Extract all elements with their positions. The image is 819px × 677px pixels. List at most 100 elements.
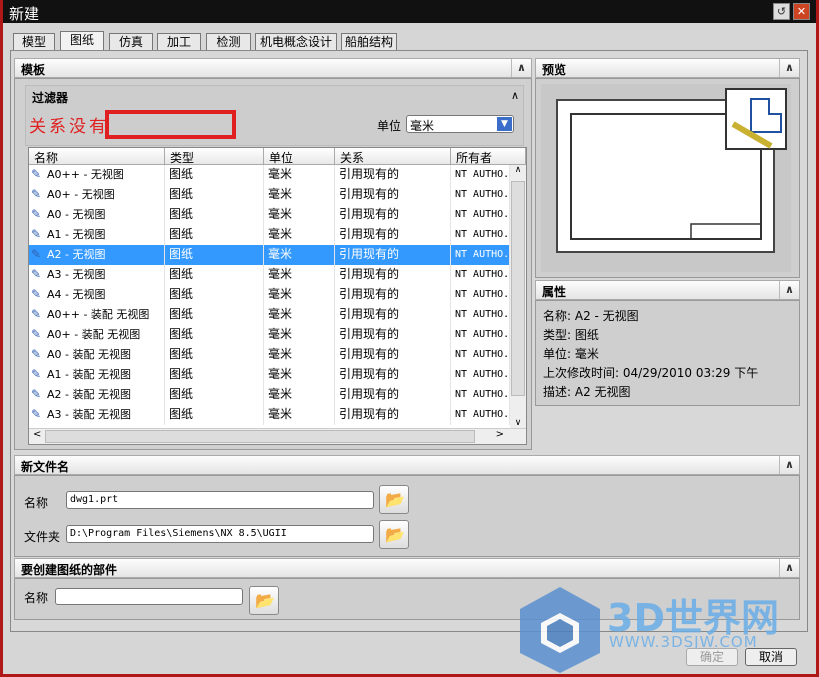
cell-text: 图纸 xyxy=(169,287,194,301)
table-cell: 图纸 xyxy=(165,405,264,425)
col-relation[interactable]: 关系 xyxy=(335,148,451,165)
cancel-button[interactable]: 取消 xyxy=(745,648,797,666)
table-cell: 引用现有的 xyxy=(335,305,451,325)
new-file-header[interactable]: 新文件名 ∧ xyxy=(14,455,800,475)
property-value: A2 - 无视图 xyxy=(574,309,639,323)
cell-text: 毫米 xyxy=(268,227,293,241)
table-row[interactable]: ✎ A0+ - 装配 无视图 图纸 毫米 引用现有的 NT AUTHO. xyxy=(29,325,510,345)
table-row[interactable]: ✎ A1 - 无视图 图纸 毫米 引用现有的 NT AUTHO. xyxy=(29,225,510,245)
folder-input[interactable]: D:\Program Files\Siemens\NX 8.5\UGII xyxy=(66,525,374,543)
part-header[interactable]: 要创建图纸的部件 ∧ xyxy=(14,558,800,578)
col-type[interactable]: 类型 xyxy=(165,148,264,165)
cell-text: NT AUTHO. xyxy=(455,269,510,280)
template-header[interactable]: 模板 ∧ xyxy=(14,58,532,78)
browse-folder-button[interactable]: 📂 xyxy=(379,520,409,549)
annotation-text: 关系没有 xyxy=(29,117,109,137)
table-cell: 毫米 xyxy=(264,245,335,265)
cell-text: NT AUTHO. xyxy=(455,229,510,240)
properties-header[interactable]: 属性 ∧ xyxy=(535,280,800,300)
annotation-box xyxy=(105,110,236,139)
table-cell: ✎ A0 - 无视图 xyxy=(29,205,165,225)
preview-title: 预览 xyxy=(542,63,567,77)
property-row: 上次修改时间: 04/29/2010 03:29 下午 xyxy=(543,364,792,383)
cell-text: A3 - 装配 无视图 xyxy=(47,408,131,421)
collapse-icon[interactable]: ∧ xyxy=(779,456,799,474)
table-row[interactable]: ✎ A2 - 无视图 图纸 毫米 引用现有的 NT AUTHO. xyxy=(29,245,510,265)
drawing-template-icon: ✎ xyxy=(31,327,42,341)
vertical-scrollbar[interactable]: ∧ ∨ xyxy=(510,165,526,428)
cell-text: 图纸 xyxy=(169,187,194,201)
tab-manufacturing[interactable]: 加工 xyxy=(157,33,201,51)
cell-text: 引用现有的 xyxy=(339,187,400,201)
cell-text: NT AUTHO. xyxy=(455,349,510,360)
cell-text: 毫米 xyxy=(268,307,293,321)
browse-part-button[interactable]: 📂 xyxy=(249,586,279,615)
cell-text: 毫米 xyxy=(268,207,293,221)
collapse-icon[interactable]: ∧ xyxy=(779,281,799,299)
cell-text: 毫米 xyxy=(268,387,293,401)
file-name-input[interactable]: dwg1.prt xyxy=(66,491,374,509)
collapse-icon[interactable]: ∧ xyxy=(779,59,799,77)
table-cell: ✎ A1 - 装配 无视图 xyxy=(29,365,165,385)
drawing-template-icon: ✎ xyxy=(31,187,42,201)
browse-file-button[interactable]: 📂 xyxy=(379,485,409,514)
table-row[interactable]: ✎ A1 - 装配 无视图 图纸 毫米 引用现有的 NT AUTHO. xyxy=(29,365,510,385)
table-row[interactable]: ✎ A4 - 无视图 图纸 毫米 引用现有的 NT AUTHO. xyxy=(29,285,510,305)
table-cell: 引用现有的 xyxy=(335,385,451,405)
folder-icon: 📂 xyxy=(255,591,275,610)
table-cell: NT AUTHO. xyxy=(451,385,510,405)
new-file-title: 新文件名 xyxy=(21,460,70,474)
table-cell: 毫米 xyxy=(264,285,335,305)
cell-text: 引用现有的 xyxy=(339,287,400,301)
table-row[interactable]: ✎ A0++ - 无视图 图纸 毫米 引用现有的 NT AUTHO. xyxy=(29,165,510,185)
filter-title: 过滤器 xyxy=(32,91,69,105)
collapse-icon[interactable]: ∧ xyxy=(511,89,519,102)
property-label: 描述: xyxy=(543,385,572,399)
tab-simulation[interactable]: 仿真 xyxy=(109,33,153,51)
horizontal-scrollbar[interactable]: < > xyxy=(29,428,526,444)
col-name[interactable]: 名称 xyxy=(29,148,165,165)
table-cell: 毫米 xyxy=(264,225,335,245)
preview-header[interactable]: 预览 ∧ xyxy=(535,58,800,78)
table-cell: 引用现有的 xyxy=(335,225,451,245)
cell-text: 毫米 xyxy=(268,327,293,341)
table-row[interactable]: ✎ A0+ - 无视图 图纸 毫米 引用现有的 NT AUTHO. xyxy=(29,185,510,205)
table-row[interactable]: ✎ A3 - 装配 无视图 图纸 毫米 引用现有的 NT AUTHO. xyxy=(29,405,510,425)
collapse-icon[interactable]: ∧ xyxy=(779,559,799,577)
table-cell: 图纸 xyxy=(165,325,264,345)
collapse-icon[interactable]: ∧ xyxy=(511,59,531,77)
unit-select[interactable]: 毫米 ▼ xyxy=(406,115,514,133)
cell-text: 毫米 xyxy=(268,287,293,301)
cell-text: 引用现有的 xyxy=(339,367,400,381)
ok-button[interactable]: 确定 xyxy=(686,648,738,666)
cell-text: 图纸 xyxy=(169,267,194,281)
table-row[interactable]: ✎ A2 - 装配 无视图 图纸 毫米 引用现有的 NT AUTHO. xyxy=(29,385,510,405)
template-table: 名称 类型 单位 关系 所有者 ✎ A0++ - 无视图 图纸 毫米 引用现有的 NT A… xyxy=(28,147,527,445)
chevron-down-icon[interactable]: ▼ xyxy=(497,117,512,131)
property-row: 类型: 图纸 xyxy=(543,326,792,345)
part-name-input[interactable] xyxy=(55,588,243,605)
table-row[interactable]: ✎ A3 - 无视图 图纸 毫米 引用现有的 NT AUTHO. xyxy=(29,265,510,285)
properties-title: 属性 xyxy=(542,285,567,299)
table-cell: NT AUTHO. xyxy=(451,305,510,325)
property-row: 单位: 毫米 xyxy=(543,345,792,364)
table-row[interactable]: ✎ A0++ - 装配 无视图 图纸 毫米 引用现有的 NT AUTHO. xyxy=(29,305,510,325)
reset-icon[interactable]: ↺ xyxy=(773,3,790,20)
col-unit[interactable]: 单位 xyxy=(264,148,335,165)
table-row[interactable]: ✎ A0 - 无视图 图纸 毫米 引用现有的 NT AUTHO. xyxy=(29,205,510,225)
col-owner[interactable]: 所有者 xyxy=(451,148,526,165)
close-icon[interactable]: ✕ xyxy=(793,3,810,20)
preview-panel xyxy=(535,78,800,278)
drawing-template-icon: ✎ xyxy=(31,227,42,241)
table-row[interactable]: ✎ A0 - 装配 无视图 图纸 毫米 引用现有的 NT AUTHO. xyxy=(29,345,510,365)
tab-model[interactable]: 模型 xyxy=(13,33,55,51)
cell-text: 毫米 xyxy=(268,347,293,361)
cell-text: 图纸 xyxy=(169,367,194,381)
tab-inspection[interactable]: 检测 xyxy=(206,33,251,51)
cell-text: 图纸 xyxy=(169,347,194,361)
tab-mechatronics[interactable]: 机电概念设计 xyxy=(255,33,337,51)
cell-text: NT AUTHO. xyxy=(455,329,510,340)
tab-drawing[interactable]: 图纸 xyxy=(60,31,104,51)
property-label: 单位: xyxy=(543,347,572,361)
tab-ship-structure[interactable]: 船舶结构 xyxy=(341,33,397,51)
